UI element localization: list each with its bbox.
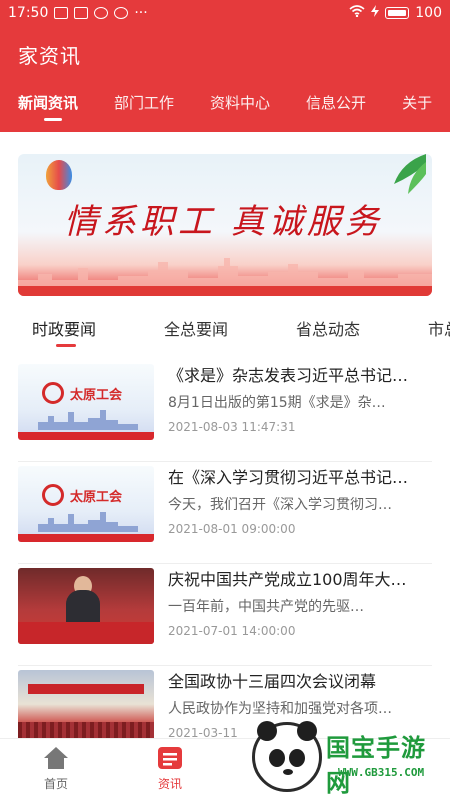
mail-icon xyxy=(74,7,89,19)
news-summary: 今天，我们召开《深入学习贯彻习… xyxy=(168,497,392,513)
news-title: 在《深入学习贯彻习近平总书记… xyxy=(168,468,409,487)
wifi-icon xyxy=(349,5,365,21)
bottom-nav-news[interactable]: 资讯 xyxy=(140,743,200,792)
leaves-decoration xyxy=(394,154,426,194)
city-illustration xyxy=(38,410,138,430)
news-thumbnail: 太原工会 xyxy=(18,364,154,440)
thumbnail-text: 太原工会 xyxy=(70,388,123,403)
hall-seats xyxy=(18,722,154,738)
podium-bar xyxy=(18,622,154,644)
top-nav-disclosure[interactable]: 信息公开 xyxy=(306,92,366,113)
union-logo-icon xyxy=(42,382,64,404)
city-illustration xyxy=(38,512,138,532)
panda-logo-icon xyxy=(252,721,322,792)
news-date: 2021-07-01 14:00:00 xyxy=(168,624,296,638)
sub-tabs: 时政要闻 全总要闻 省总动态 市总 xyxy=(0,312,450,350)
no-disturb-icon xyxy=(94,7,109,19)
tab-city-union[interactable]: 市总 xyxy=(428,316,450,340)
status-time: 17:50 xyxy=(8,5,49,21)
more-icon: ··· xyxy=(134,5,148,21)
news-title: 全国政协十三届四次会议闭幕 xyxy=(168,672,377,691)
news-summary: 一百年前，中国共产党的先驱… xyxy=(168,599,364,615)
site-watermark: 国宝手游网 WWW.GB315.COM xyxy=(252,720,442,797)
panda-ear xyxy=(257,721,277,741)
news-summary: 人民政协作为坚持和加强党对各项… xyxy=(168,701,392,717)
status-bar: 17:50 ··· 100 xyxy=(0,0,450,26)
notification-icon xyxy=(54,7,69,19)
app-title: 家资讯 xyxy=(18,44,81,68)
panda-ear xyxy=(297,721,317,741)
top-nav-about[interactable]: 关于 xyxy=(402,92,432,113)
main-content: 情系职工 真诚服务 时政要闻 全总要闻 省总动态 市总 太原工会 《求是》杂志发… xyxy=(0,132,450,738)
top-nav-resources[interactable]: 资料中心 xyxy=(210,92,270,113)
news-item[interactable]: 太原工会 《求是》杂志发表习近平总书记… 8月1日出版的第15期《求是》杂… 2… xyxy=(18,360,432,462)
bottom-nav-home[interactable]: 首页 xyxy=(26,743,86,792)
news-date: 2021-08-01 09:00:00 xyxy=(168,522,296,536)
union-logo-icon xyxy=(42,484,64,506)
panda-eye xyxy=(289,749,305,767)
news-title: 《求是》杂志发表习近平总书记… xyxy=(168,366,409,385)
watermark-title: 国宝手游网 xyxy=(326,734,426,797)
news-item[interactable]: 庆祝中国共产党成立100周年大… 一百年前，中国共产党的先驱… 2021-07-… xyxy=(18,564,432,666)
banner-slogan: 情系职工 真诚服务 xyxy=(64,202,383,242)
home-icon xyxy=(44,747,68,769)
news-icon xyxy=(158,747,182,769)
tab-national-union[interactable]: 全总要闻 xyxy=(164,316,228,340)
news-title: 庆祝中国共产党成立100周年大… xyxy=(168,570,407,589)
battery-icon xyxy=(385,7,410,19)
top-nav-news[interactable]: 新闻资讯 xyxy=(18,92,78,121)
bottom-nav-home-label: 首页 xyxy=(43,777,68,791)
thumbnail-text: 太原工会 xyxy=(70,490,123,505)
balloon-icon xyxy=(46,160,72,190)
top-nav: 新闻资讯 部门工作 资料中心 信息公开 关于 xyxy=(18,92,432,121)
banner-carousel[interactable]: 情系职工 真诚服务 xyxy=(18,154,432,296)
bottom-nav-news-label: 资讯 xyxy=(157,777,182,791)
chat-icon xyxy=(114,7,129,19)
thumbnail-stripe xyxy=(18,432,154,440)
news-item[interactable]: 太原工会 在《深入学习贯彻习近平总书记… 今天，我们召开《深入学习贯彻习… 20… xyxy=(18,462,432,564)
app-header: 17:50 ··· 100 家资讯 新闻资讯 部门工作 资料中心 信息公开 关于 xyxy=(0,0,450,132)
top-nav-department[interactable]: 部门工作 xyxy=(114,92,174,113)
watermark-url: WWW.GB315.COM xyxy=(338,766,425,779)
thumbnail-stripe xyxy=(18,534,154,542)
news-thumbnail xyxy=(18,670,154,738)
news-date: 2021-08-03 11:47:31 xyxy=(168,420,296,434)
hall-banner xyxy=(28,684,144,694)
panda-nose xyxy=(283,769,293,775)
news-thumbnail: 太原工会 xyxy=(18,466,154,542)
tab-provincial-union[interactable]: 省总动态 xyxy=(296,316,360,340)
tab-indicator xyxy=(56,344,76,347)
city-skyline xyxy=(18,258,432,296)
news-date: 2021-03-11 xyxy=(168,726,238,738)
news-summary: 8月1日出版的第15期《求是》杂… xyxy=(168,395,386,411)
battery-level: 100 xyxy=(415,5,442,21)
tab-current-affairs[interactable]: 时政要闻 xyxy=(32,316,96,340)
panda-eye xyxy=(269,749,285,767)
news-thumbnail xyxy=(18,568,154,644)
charging-icon xyxy=(371,5,380,21)
